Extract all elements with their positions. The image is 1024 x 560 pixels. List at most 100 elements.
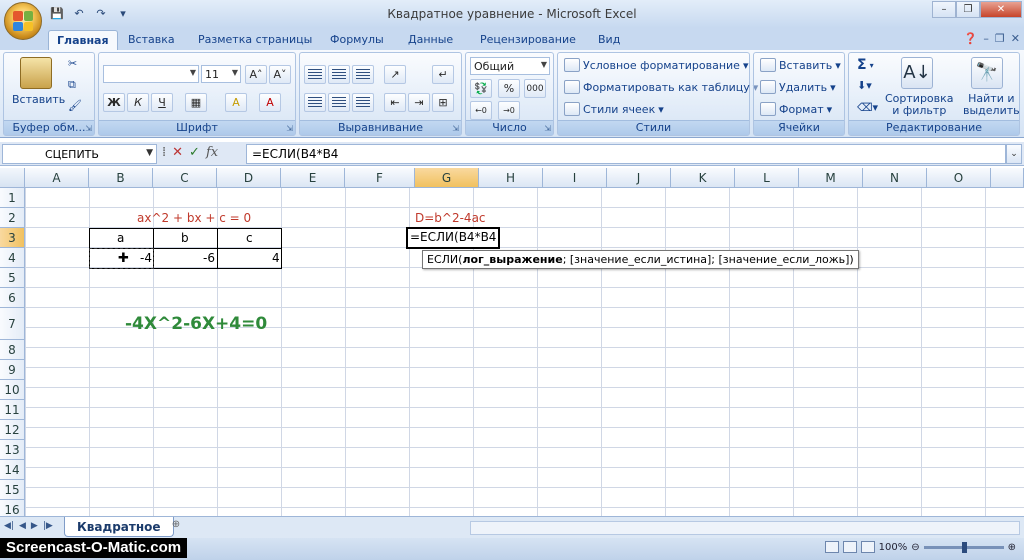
sort-filter-button[interactable]: Сортировка и фильтр [885,93,954,117]
font-color-button[interactable]: A [259,93,281,112]
tab-view[interactable]: Вид [590,30,628,50]
italic-button[interactable]: К [127,93,149,112]
first-sheet-icon[interactable]: ◀| [4,521,14,531]
thousands-button[interactable]: 000 [524,79,546,98]
merge-cells-icon[interactable]: ⊞ [432,93,454,112]
cell-d3[interactable]: c [246,231,253,245]
tab-review[interactable]: Рецензирование [472,30,584,50]
column-header-a[interactable]: A [25,168,89,188]
row-header-12[interactable]: 12 [0,420,25,440]
underline-button[interactable]: Ч [151,93,173,112]
row-header-2[interactable]: 2 [0,208,25,228]
ribbon-close-icon[interactable]: ✕ [1011,32,1020,45]
align-right-icon[interactable] [352,93,374,112]
row-header-8[interactable]: 8 [0,340,25,360]
paste-button[interactable]: Вставить [12,93,65,106]
percent-button[interactable]: % [498,79,520,98]
last-sheet-icon[interactable]: |▶ [43,521,53,531]
grow-font-button[interactable]: A˄ [245,65,267,84]
cell-c3[interactable]: b [181,231,189,245]
column-header-o[interactable]: O [927,168,991,188]
ribbon-minimize-icon[interactable]: – [983,32,989,45]
column-header-e[interactable]: E [281,168,345,188]
clipboard-launcher-icon[interactable]: ⇲ [85,124,92,133]
column-header-c[interactable]: C [153,168,217,188]
row-header-11[interactable]: 11 [0,400,25,420]
next-sheet-icon[interactable]: ▶ [31,521,38,531]
close-button[interactable]: ✕ [980,1,1022,18]
row-header-1[interactable]: 1 [0,188,25,208]
column-header-b[interactable]: B [89,168,153,188]
row-header-5[interactable]: 5 [0,268,25,288]
decrease-decimal-icon[interactable]: →0 [498,101,520,120]
delete-cells-button[interactable]: Удалить ▾ [760,80,836,94]
column-header-i[interactable]: I [543,168,607,188]
insert-sheet-icon[interactable]: ⊕ [166,519,186,535]
enter-icon[interactable]: ✓ [189,145,200,160]
alignment-launcher-icon[interactable]: ⇲ [452,124,459,133]
tab-insert[interactable]: Вставка [120,30,183,50]
tooltip-current-argument[interactable]: лог_выражение [462,253,562,266]
tab-formulas[interactable]: Формулы [322,30,392,50]
font-name-combo[interactable]: ▼ [103,65,199,83]
font-launcher-icon[interactable]: ⇲ [286,124,293,133]
tab-page-layout[interactable]: Разметка страницы [190,30,320,50]
horizontal-scrollbar[interactable] [470,521,1020,535]
column-header-d[interactable]: D [217,168,281,188]
insert-cells-button[interactable]: Вставить ▾ [760,58,841,72]
autosum-button[interactable]: Σ ▾ [857,57,874,73]
column-header-j[interactable]: J [607,168,671,188]
maximize-button[interactable]: ❐ [956,1,980,18]
insert-function-button[interactable]: fx [206,145,218,160]
copy-icon[interactable]: ⧉ [68,78,76,92]
format-as-table-button[interactable]: Форматировать как таблицу▾ [564,80,758,94]
column-header-f[interactable]: F [345,168,415,188]
row-header-6[interactable]: 6 [0,288,25,308]
tab-data[interactable]: Данные [400,30,461,50]
cell-d4[interactable]: 4 [272,251,280,265]
zoom-out-icon[interactable]: ⊖ [911,542,919,553]
cell-b3[interactable]: a [117,231,124,245]
number-format-combo[interactable]: Общий ▼ [470,57,550,75]
align-center-icon[interactable] [328,93,350,112]
cancel-icon[interactable]: ✕ [172,145,183,160]
formula-input[interactable]: =ЕСЛИ(B4*B4 [246,144,1006,164]
row-header-15[interactable]: 15 [0,480,25,500]
name-box[interactable]: СЦЕПИТЬ ▼ [2,144,157,164]
format-painter-icon[interactable]: 🖌 [68,99,82,112]
column-header-l[interactable]: L [735,168,799,188]
text-orientation-icon[interactable]: ↗ [384,65,406,84]
wrap-text-icon[interactable]: ↵ [432,65,454,84]
row-header-9[interactable]: 9 [0,360,25,380]
zoom-level[interactable]: 100% [879,542,908,553]
clear-icon[interactable]: ⌫▾ [857,101,878,114]
cell-b7[interactable]: -4X^2-6X+4=0 [125,314,267,334]
shrink-font-button[interactable]: A˅ [269,65,291,84]
conditional-formatting-button[interactable]: Условное форматирование ▾ [564,58,748,72]
expand-formula-icon[interactable]: ⌄ [1006,144,1022,164]
font-size-combo[interactable]: 11 ▼ [201,65,241,83]
column-header-g[interactable]: G [415,168,479,188]
row-header-7[interactable]: 7 [0,308,25,340]
cut-icon[interactable]: ✂ [68,57,77,70]
cell-g3-editor[interactable]: =ЕСЛИ(B4*B4 [406,227,501,249]
cell-c4[interactable]: -6 [203,251,215,265]
increase-indent-icon[interactable]: ⇥ [408,93,430,112]
tooltip-function-name[interactable]: ЕСЛИ( [427,253,462,266]
row-header-14[interactable]: 14 [0,460,25,480]
select-all-corner[interactable] [0,168,25,188]
cell-styles-button[interactable]: Стили ячеек ▾ [564,102,664,116]
row-header-16[interactable]: 16 [0,500,25,516]
column-header-h[interactable]: H [479,168,543,188]
help-icon[interactable]: ❓ [964,32,978,45]
borders-icon[interactable]: ▦ [185,93,207,112]
decrease-indent-icon[interactable]: ⇤ [384,93,406,112]
office-button[interactable] [4,2,42,40]
row-header-4[interactable]: 4 [0,248,25,268]
align-left-icon[interactable] [304,93,326,112]
row-header-13[interactable]: 13 [0,440,25,460]
row-header-3[interactable]: 3 [0,228,25,248]
tab-home[interactable]: Главная [48,30,118,50]
zoom-in-icon[interactable]: ⊕ [1008,542,1016,553]
chevron-down-icon[interactable]: ▼ [146,148,153,158]
